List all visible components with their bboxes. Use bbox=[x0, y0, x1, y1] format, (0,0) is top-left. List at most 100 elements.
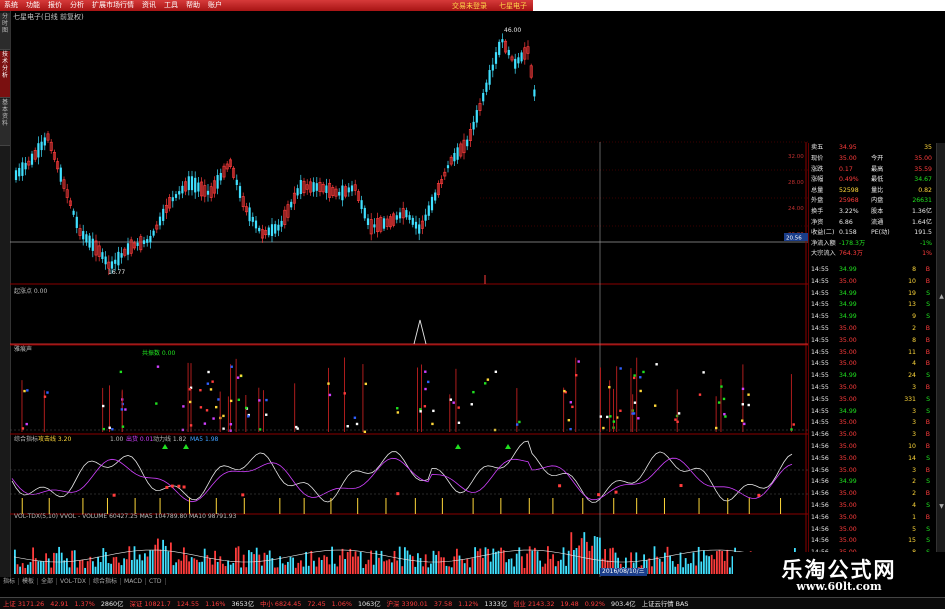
menu-function[interactable]: 功能 bbox=[22, 0, 44, 11]
tab-timeshare[interactable]: 分时图 bbox=[0, 13, 10, 50]
menu-system[interactable]: 系统 bbox=[0, 0, 22, 11]
signal-dot bbox=[431, 422, 434, 426]
candle-body bbox=[197, 182, 200, 192]
tick-volume: 4 bbox=[912, 360, 916, 368]
signal-dot bbox=[108, 426, 111, 429]
volume-bar bbox=[518, 547, 521, 574]
candle-body bbox=[120, 253, 123, 258]
volume-bar bbox=[128, 546, 131, 574]
volume-bar bbox=[253, 554, 255, 574]
menu-account[interactable]: 账户 bbox=[204, 0, 226, 11]
quote-row: 总量 52598 量比 0.82 bbox=[809, 186, 936, 197]
volume-bar bbox=[94, 566, 97, 574]
tick-row: 14:55 34.99 13 S bbox=[809, 300, 936, 311]
btab-template[interactable]: 模板 bbox=[19, 578, 39, 585]
volume-bar bbox=[500, 547, 502, 574]
quote-value2: 35.59 bbox=[914, 165, 932, 173]
tick-price: 35.00 bbox=[839, 395, 857, 403]
volume-bar bbox=[539, 560, 541, 574]
btab-macd[interactable]: MACD bbox=[121, 578, 147, 585]
candle-body bbox=[267, 227, 270, 236]
tick-scrollbar[interactable]: ▲ ▼ bbox=[936, 143, 945, 577]
quote-row: 净流入额 -178.3万 -1% bbox=[809, 239, 936, 250]
quote-label2: PE(动) bbox=[871, 229, 890, 237]
menu-info[interactable]: 资讯 bbox=[138, 0, 160, 11]
trade-status[interactable]: 交易未登录 bbox=[446, 1, 493, 11]
volume-bar bbox=[354, 551, 357, 574]
signal-dot bbox=[602, 426, 605, 430]
signal-dot bbox=[747, 403, 750, 407]
status-item: 0.92% bbox=[584, 600, 605, 608]
menu-tools[interactable]: 工具 bbox=[160, 0, 182, 11]
status-item: 903.4亿 bbox=[611, 600, 636, 608]
volume-bar bbox=[487, 548, 489, 574]
tick-price: 35.00 bbox=[839, 502, 857, 509]
signal-dot bbox=[790, 428, 793, 431]
indicator-dongli: 动力线 1.82 bbox=[153, 436, 187, 443]
volume-bar bbox=[495, 551, 497, 574]
volume-bar bbox=[281, 563, 284, 574]
signal-dot bbox=[199, 389, 202, 392]
quote-row: 换手 3.22% 股本 1.36亿 bbox=[809, 207, 936, 218]
volume-bar bbox=[250, 552, 253, 574]
tick-row: 14:55 35.00 331 S bbox=[809, 395, 936, 406]
tick-volume: 8 bbox=[912, 266, 916, 273]
quote-value2: 1.36亿 bbox=[912, 208, 932, 215]
menu-quote[interactable]: 报价 bbox=[44, 0, 66, 11]
btab-all[interactable]: 全部 bbox=[38, 578, 58, 585]
volume-bar bbox=[721, 551, 723, 574]
status-item: 1333亿 bbox=[484, 600, 508, 608]
chart-area[interactable]: 46.0016.7732.0028.0024.0020.0020.56 bbox=[10, 22, 808, 577]
candle-body bbox=[88, 235, 91, 248]
signal-dot bbox=[215, 405, 218, 409]
candle-body bbox=[456, 147, 459, 160]
stock-name-menu[interactable]: 七星电子 bbox=[493, 1, 533, 11]
volume-bar bbox=[242, 554, 245, 574]
tick-row: 14:56 35.00 3 B bbox=[809, 466, 936, 477]
candle-body bbox=[312, 182, 315, 192]
osc-marker bbox=[170, 484, 174, 488]
volume-bar bbox=[729, 567, 731, 574]
candle-body bbox=[238, 186, 242, 198]
tick-side: S bbox=[926, 454, 930, 462]
volume-bar bbox=[411, 556, 414, 574]
btab-vol[interactable]: VOL-TDX bbox=[57, 578, 91, 585]
signal-dot bbox=[717, 401, 721, 404]
volume-bar bbox=[144, 553, 146, 574]
volume-bar bbox=[227, 560, 229, 574]
candle-body bbox=[501, 39, 504, 43]
btab-zonghe[interactable]: 综合指标 bbox=[90, 578, 122, 585]
tab-technical[interactable]: 技术分析 bbox=[0, 51, 10, 98]
candle-body bbox=[254, 220, 258, 229]
signal-dot bbox=[258, 428, 262, 431]
volume-bar bbox=[222, 563, 224, 574]
menu-ext-market[interactable]: 扩展市场行情 bbox=[88, 0, 138, 11]
osc-marker bbox=[558, 484, 562, 488]
volume-bar bbox=[326, 556, 328, 574]
quote-label: 大宗流入 bbox=[811, 250, 836, 258]
volume-bar bbox=[307, 565, 310, 574]
tick-time: 14:55 bbox=[811, 277, 829, 285]
candle-body bbox=[418, 224, 421, 234]
candle-body bbox=[158, 216, 162, 226]
tick-price: 35.00 bbox=[839, 360, 857, 368]
btab-ctd[interactable]: CTD bbox=[146, 578, 166, 585]
status-item: 1.06% bbox=[331, 600, 352, 608]
btab-indicator[interactable]: 指标 bbox=[0, 578, 20, 585]
scroll-down-icon[interactable]: ▼ bbox=[937, 503, 945, 510]
candle-body bbox=[104, 256, 107, 265]
menu-analysis[interactable]: 分析 bbox=[66, 0, 88, 11]
volume-bar bbox=[300, 560, 302, 574]
tab-fundamental[interactable]: 基本资料 bbox=[0, 99, 10, 146]
volume-bar bbox=[73, 550, 76, 574]
scroll-up-icon[interactable]: ▲ bbox=[937, 293, 945, 300]
tick-row: 14:55 34.99 3 S bbox=[809, 407, 936, 418]
volume-bar bbox=[133, 546, 136, 574]
tick-volume: 11 bbox=[908, 348, 916, 356]
menu-help[interactable]: 帮助 bbox=[182, 0, 204, 11]
tick-side: S bbox=[926, 502, 930, 509]
tick-side: S bbox=[926, 395, 930, 403]
tick-time: 14:55 bbox=[811, 336, 829, 344]
candle-body bbox=[350, 185, 354, 192]
volume-bar bbox=[346, 552, 349, 574]
